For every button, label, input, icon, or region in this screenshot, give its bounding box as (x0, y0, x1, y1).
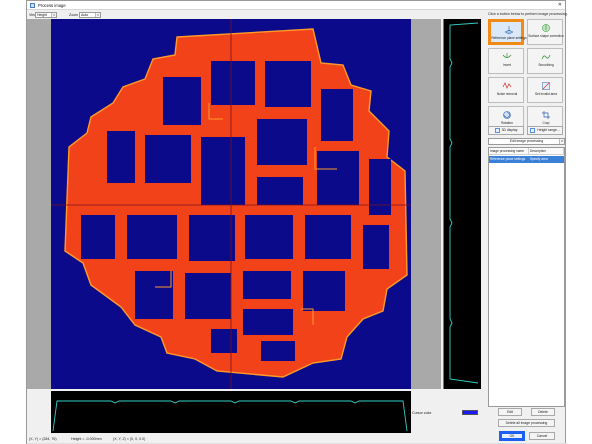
status-bar: (X, Y) = (284, 76) Height = -0.000mm (X,… (27, 433, 487, 443)
surface-shape-correction-button[interactable]: Surface shape correction (527, 19, 564, 45)
noise-removal-button[interactable]: Noise removal (488, 77, 524, 103)
status-position: (X, Y) = (284, 76) (29, 437, 57, 441)
vertical-profile (443, 19, 481, 389)
height-range-label: Height range... (537, 128, 560, 132)
chevron-down-icon: ▾ (95, 13, 100, 17)
row-name: Reference plane settings (490, 157, 526, 161)
close-icon[interactable]: ✕ (558, 2, 562, 8)
reference-plane-icon (504, 26, 514, 35)
cursor-color-swatch[interactable] (462, 410, 478, 415)
ok-button[interactable]: OK (499, 431, 525, 441)
horizontal-profile (51, 391, 411, 433)
title-bar: Process image ✕ (27, 1, 565, 10)
smoothing-icon (541, 54, 551, 60)
delete-all-button[interactable]: Delete all image processing (498, 419, 555, 427)
set-invalid-area-label: Set invalid area (535, 92, 557, 96)
cursor-color-label: Cursor color (412, 411, 432, 415)
zoom-label: Zoom (69, 13, 79, 17)
smoothing-button[interactable]: Smoothing (527, 48, 563, 74)
height-range-icon (530, 127, 536, 133)
image-processing-table: Image processing name Description Refere… (488, 147, 565, 407)
window-title: Process image (38, 3, 66, 8)
table-row[interactable]: Reference plane settings Specify area (489, 156, 564, 163)
image-margin-right (411, 19, 441, 389)
cursor-color-setting: Cursor color (412, 409, 482, 417)
image-processing-panel: Click a button below to perform image pr… (485, 11, 568, 443)
vertical-profile-graph (449, 22, 479, 384)
3d-display-label: 3D display (501, 128, 518, 132)
invert-button[interactable]: Invert (488, 48, 524, 74)
noise-removal-icon (502, 82, 512, 89)
status-height: Height = -0.000mm (71, 437, 102, 441)
reference-plane-settings-label: Reference plane settings (491, 36, 527, 40)
process-image-window: Process image ✕ View Height ▾ Zoom Auto … (26, 0, 568, 444)
noise-removal-label: Noise removal (496, 92, 518, 96)
invert-icon (502, 53, 512, 58)
edit-image-processing-select[interactable]: Edit image processing ▾ (488, 138, 565, 145)
cancel-button[interactable]: Cancel (529, 432, 555, 440)
crop-icon (542, 111, 550, 119)
horizontal-profile-graph (52, 400, 408, 432)
invalid-area-icon (542, 82, 550, 90)
3d-display-icon (494, 127, 500, 133)
chevron-down-icon: ▾ (559, 139, 564, 144)
reference-plane-settings-button[interactable]: Reference plane settings (488, 19, 527, 45)
height-range-button[interactable]: Height range... (527, 126, 563, 135)
app-icon (30, 3, 35, 8)
rotation-icon (503, 111, 511, 119)
column-header-description[interactable]: Description (529, 148, 564, 155)
surface-shape-correction-label: Surface shape correction (528, 34, 564, 38)
row-description: Specify area (530, 157, 548, 161)
edit-image-processing-value: Edit image processing (509, 139, 544, 143)
toolbar: View Height ▾ Zoom Auto ▾ (27, 11, 487, 19)
set-invalid-area-button[interactable]: Set invalid area (527, 77, 563, 103)
view-select[interactable]: Height ▾ (35, 12, 57, 18)
height-image (51, 19, 411, 389)
image-margin-left (27, 19, 51, 389)
delete-button[interactable]: Delete (531, 408, 555, 416)
surface-shape-icon (542, 24, 550, 32)
panel-hint: Click a button below to perform image pr… (488, 12, 568, 16)
zoom-select-value: Auto (81, 13, 89, 17)
height-image-canvas[interactable] (51, 19, 411, 389)
smoothing-label: Smoothing (538, 63, 554, 67)
edit-button[interactable]: Edit (498, 408, 522, 416)
column-header-name[interactable]: Image processing name (489, 148, 529, 155)
view-select-value: Height (37, 13, 48, 17)
invert-label: Invert (503, 63, 511, 67)
zoom-select[interactable]: Auto ▾ (79, 12, 101, 18)
3d-display-button[interactable]: 3D display (488, 126, 524, 135)
status-coordinates: (X, Y, Z) = (0, 0, 0.0) (113, 437, 146, 441)
chevron-down-icon: ▾ (51, 13, 56, 17)
